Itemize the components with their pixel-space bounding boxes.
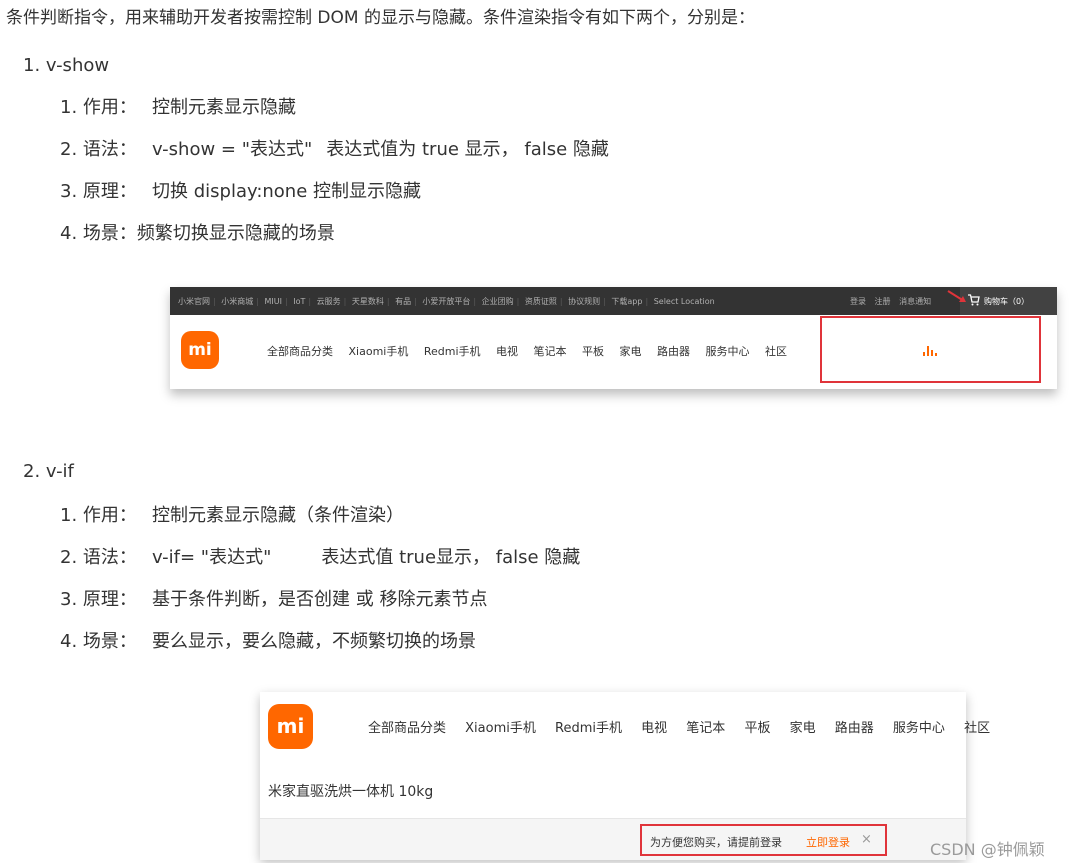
watermark: CSDN @钟佩颖 bbox=[930, 840, 1045, 859]
login-link[interactable]: 登录 bbox=[850, 297, 866, 306]
section-title-v-if: 2. v-if bbox=[23, 461, 74, 482]
product-title: 米家直驱洗烘一体机 10kg bbox=[268, 784, 434, 800]
item-text-2: 表达式值 true显示， false 隐藏 bbox=[321, 547, 581, 568]
menu-item[interactable]: 服务中心 bbox=[893, 721, 945, 736]
list-item: 3. 原理： 切换 display:none 控制显示隐藏 bbox=[60, 179, 421, 205]
list-item: 1. 作用： 控制元素显示隐藏（条件渲染） bbox=[60, 503, 404, 529]
login-prompt: 为方便您购买，请提前登录 立即登录 × bbox=[640, 824, 887, 856]
menu-item[interactable]: 电视 bbox=[641, 721, 667, 736]
menu-item[interactable]: 社区 bbox=[765, 345, 787, 358]
menu-item[interactable]: 平板 bbox=[744, 721, 770, 736]
topbar-link[interactable]: 资质证照 bbox=[525, 297, 557, 306]
topbar-link[interactable]: 协议规则 bbox=[568, 297, 600, 306]
mi-logo[interactable]: mi bbox=[268, 704, 313, 749]
list-item: 2. 语法： v-show = "表达式" 表达式值为 true 显示， false… bbox=[60, 137, 609, 163]
topbar-link[interactable]: IoT bbox=[293, 297, 305, 306]
item-text: v-if= "表达式" bbox=[152, 547, 272, 568]
menu-item[interactable]: Redmi手机 bbox=[555, 721, 622, 736]
notifications-link[interactable]: 消息通知 bbox=[899, 297, 931, 306]
list-item: 1. 作用： 控制元素显示隐藏 bbox=[60, 95, 296, 121]
category-menu: 全部商品分类 Xiaomi手机 Redmi手机 电视 笔记本 平板 家电 路由器… bbox=[267, 343, 799, 359]
item-label: 4. 场景： bbox=[60, 223, 137, 244]
item-text: 基于条件判断，是否创建 或 移除元素节点 bbox=[152, 589, 488, 610]
list-item: 4. 场景：频繁切换显示隐藏的场景 bbox=[60, 221, 335, 247]
cart-button[interactable]: 购物车（0） bbox=[960, 287, 1057, 315]
site-nav: mi 全部商品分类 Xiaomi手机 Redmi手机 电视 笔记本 平板 家电 … bbox=[170, 315, 1057, 389]
close-icon[interactable]: × bbox=[861, 832, 872, 847]
topbar-links: 小米官网 | 小米商城 | MIUI | IoT | 云服务 | 天星数科 | 有品 | 小爱… bbox=[178, 297, 715, 306]
topbar-account: 登录 注册 消息通知 bbox=[850, 296, 937, 307]
menu-item[interactable]: Xiaomi手机 bbox=[349, 345, 409, 358]
item-text: 控制元素显示隐藏（条件渲染） bbox=[152, 505, 404, 526]
menu-item[interactable]: 社区 bbox=[964, 721, 990, 736]
screenshot-v-show: 小米官网 | 小米商城 | MIUI | IoT | 云服务 | 天星数科 | 有品 | 小爱… bbox=[170, 287, 1057, 389]
screenshot-v-if: mi 全部商品分类 Xiaomi手机 Redmi手机 电视 笔记本 平板 家电 … bbox=[260, 692, 990, 860]
cart-label: 购物车（0） bbox=[984, 297, 1030, 306]
topbar-link[interactable]: MIUI bbox=[265, 297, 282, 306]
item-text: v-show = "表达式" bbox=[152, 139, 313, 160]
login-now-link[interactable]: 立即登录 bbox=[806, 834, 850, 850]
item-text: 要么显示，要么隐藏，不频繁切换的场景 bbox=[152, 631, 476, 652]
login-prompt-bar: 为方便您购买，请提前登录 立即登录 × bbox=[260, 818, 966, 860]
topbar-link[interactable]: 小米官网 bbox=[178, 297, 210, 306]
topbar-link[interactable]: 下载app bbox=[611, 297, 642, 306]
site-topbar: 小米官网 | 小米商城 | MIUI | IoT | 云服务 | 天星数科 | 有品 | 小爱… bbox=[170, 287, 1057, 315]
login-prompt-text: 为方便您购买，请提前登录 bbox=[650, 836, 782, 849]
item-label: 4. 场景： bbox=[60, 631, 137, 652]
category-menu: 全部商品分类 Xiaomi手机 Redmi手机 电视 笔记本 平板 家电 路由器… bbox=[368, 717, 1005, 736]
item-label: 1. 作用： bbox=[60, 97, 137, 118]
menu-item[interactable]: 家电 bbox=[620, 345, 642, 358]
menu-item[interactable]: 路由器 bbox=[657, 345, 690, 358]
item-text: 控制元素显示隐藏 bbox=[152, 97, 296, 118]
topbar-link[interactable]: 天星数科 bbox=[352, 297, 384, 306]
item-label: 2. 语法： bbox=[60, 547, 137, 568]
menu-item[interactable]: 家电 bbox=[790, 721, 816, 736]
item-label: 2. 语法： bbox=[60, 139, 137, 160]
section-title-v-show: 1. v-show bbox=[23, 55, 110, 76]
menu-item[interactable]: Redmi手机 bbox=[424, 345, 481, 358]
menu-item[interactable]: Xiaomi手机 bbox=[465, 721, 536, 736]
intro-text: 条件判断指令，用来辅助开发者按需控制 DOM 的显示与隐藏。条件渲染指令有如下两… bbox=[6, 8, 755, 28]
loading-icon bbox=[923, 346, 937, 356]
annotation-arrow-icon bbox=[947, 290, 966, 302]
topbar-link[interactable]: 小爱开放平台 bbox=[422, 297, 470, 306]
list-item: 2. 语法： v-if= "表达式" 表达式值 true显示， false 隐藏 bbox=[60, 545, 580, 571]
menu-item[interactable]: 平板 bbox=[582, 345, 604, 358]
topbar-link[interactable]: 小米商城 bbox=[221, 297, 253, 306]
item-text: 频繁切换显示隐藏的场景 bbox=[136, 223, 335, 244]
register-link[interactable]: 注册 bbox=[875, 297, 891, 306]
menu-item[interactable]: 路由器 bbox=[835, 721, 874, 736]
menu-item[interactable]: 电视 bbox=[496, 345, 518, 358]
topbar-link[interactable]: Select Location bbox=[654, 297, 715, 306]
list-item: 3. 原理： 基于条件判断，是否创建 或 移除元素节点 bbox=[60, 587, 487, 613]
topbar-link[interactable]: 企业团购 bbox=[482, 297, 514, 306]
topbar-link[interactable]: 云服务 bbox=[317, 297, 341, 306]
item-label: 3. 原理： bbox=[60, 589, 137, 610]
item-text-2: 表达式值为 true 显示， false 隐藏 bbox=[326, 139, 609, 160]
menu-item[interactable]: 全部商品分类 bbox=[267, 345, 333, 358]
menu-item[interactable]: 笔记本 bbox=[686, 721, 725, 736]
item-label: 3. 原理： bbox=[60, 181, 137, 202]
mi-logo[interactable]: mi bbox=[181, 331, 219, 369]
menu-item[interactable]: 服务中心 bbox=[706, 345, 750, 358]
topbar-link[interactable]: 有品 bbox=[395, 297, 411, 306]
item-label: 1. 作用： bbox=[60, 505, 137, 526]
menu-item[interactable]: 全部商品分类 bbox=[368, 721, 446, 736]
list-item: 4. 场景： 要么显示，要么隐藏，不频繁切换的场景 bbox=[60, 629, 476, 655]
menu-item[interactable]: 笔记本 bbox=[534, 345, 567, 358]
item-text: 切换 display:none 控制显示隐藏 bbox=[152, 181, 422, 202]
